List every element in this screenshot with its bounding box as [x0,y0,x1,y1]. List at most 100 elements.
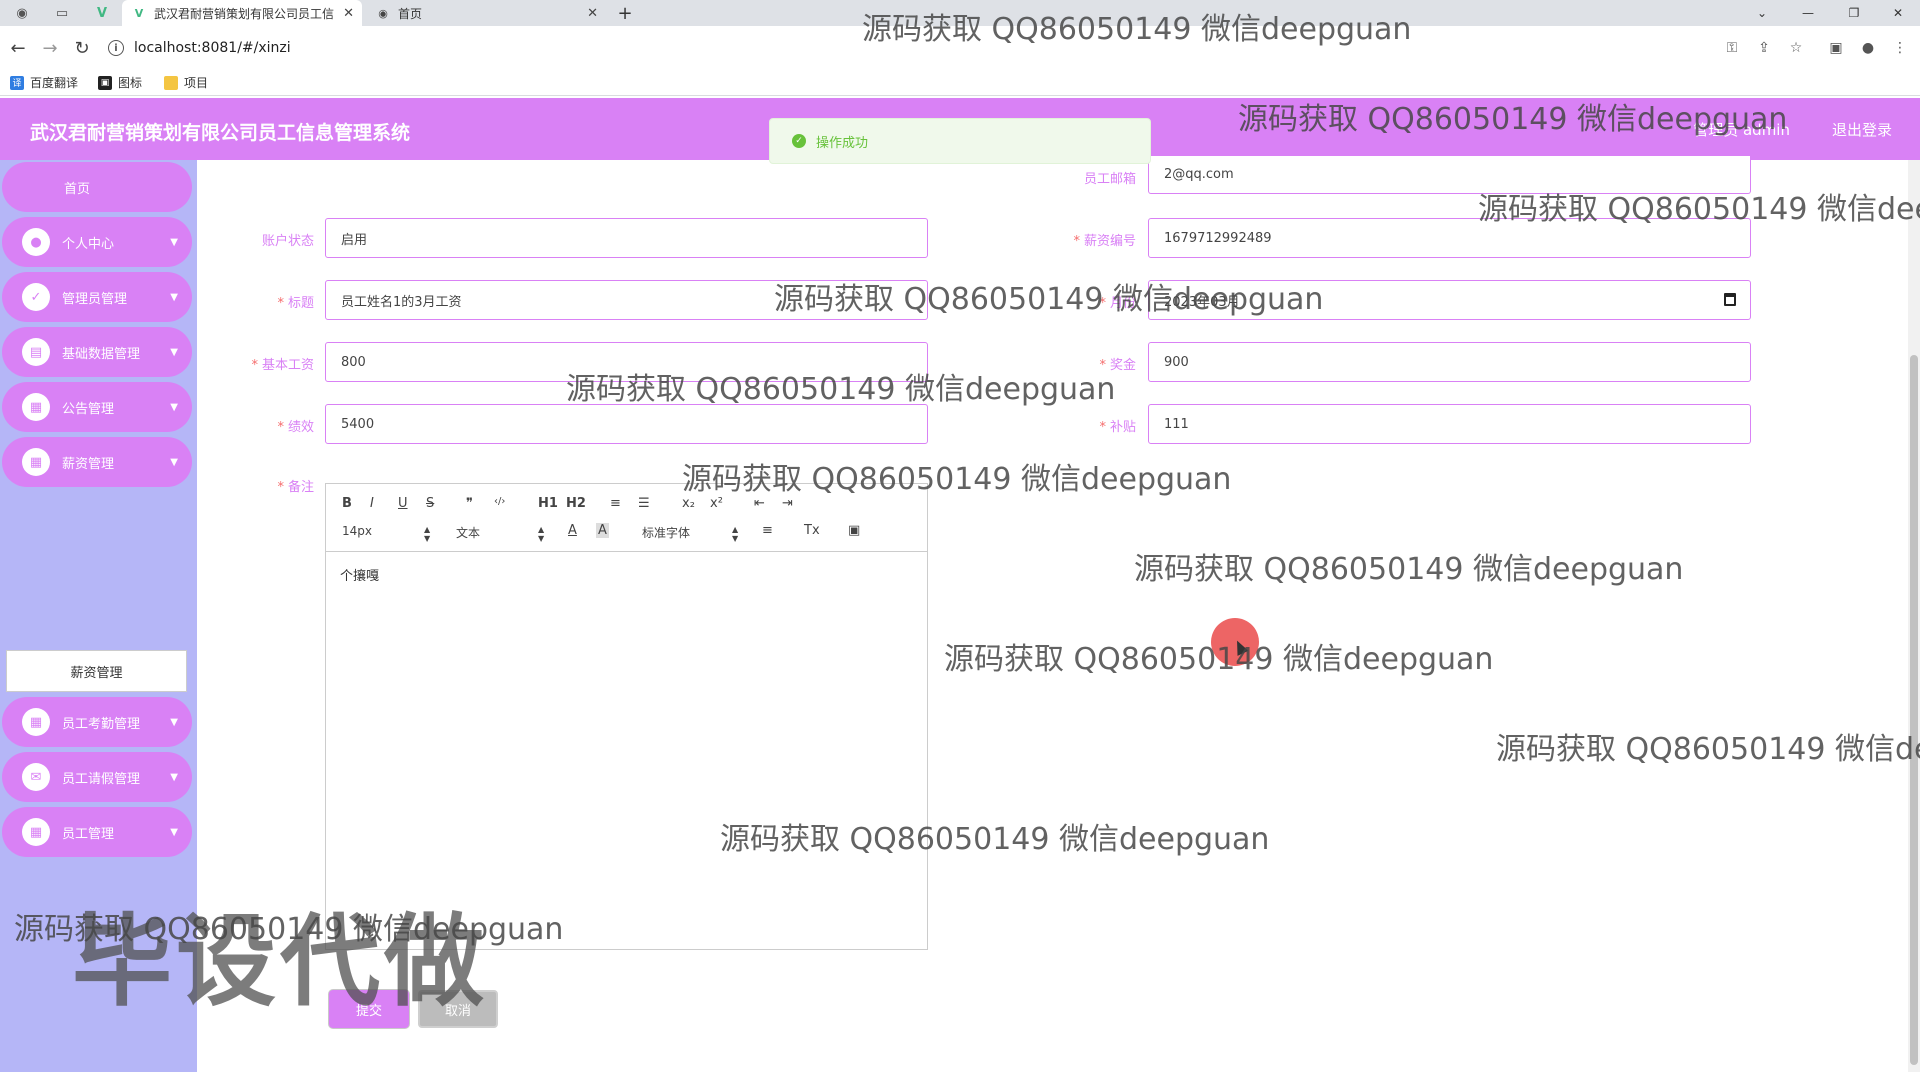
indent-button[interactable]: ⇥ [782,496,793,511]
forward-button[interactable]: → [38,36,62,60]
superscript-button[interactable]: x² [710,496,723,511]
sidebar-subitem-salary[interactable]: 薪资管理 [6,650,187,692]
required-mark: * [251,358,258,373]
image-icon: ▣ [98,75,112,90]
pinned-tab-2[interactable]: ▭ [46,0,78,26]
sidepanel-icon[interactable]: ▣ [1826,38,1846,58]
notice-icon: ▦ [22,393,50,421]
toast-message: 操作成功 [816,135,869,151]
strike-button[interactable]: S [426,496,434,511]
calendar-icon[interactable] [1724,293,1736,306]
bookmarks-bar: 译 百度翻译 ▣ 图标 项目 [0,70,1920,96]
chevron-down-icon: ▼ [170,291,178,303]
pinned-tab-3[interactable]: V [86,0,118,26]
key-icon[interactable]: ⚿ [1722,38,1742,58]
remark-label: * 备注 [194,476,314,495]
bookmark-item[interactable]: 译 百度翻译 [10,74,78,91]
font-value: 标准字体 [642,526,691,540]
reload-button[interactable]: ↻ [70,36,94,60]
header-value: 文本 [456,526,481,540]
chevron-down-icon: ▼ [170,771,178,783]
performance-field[interactable]: 5400 [325,404,928,444]
outdent-button[interactable]: ⇤ [754,496,765,511]
share-icon[interactable]: ⇪ [1754,38,1774,58]
font-color-button[interactable]: A [568,523,577,538]
h2-button[interactable]: H2 [566,496,586,511]
allowance-field[interactable]: 111 [1148,404,1751,444]
size-select[interactable]: 14px ▲ ▼ [342,524,432,543]
blank-page-icon: ▭ [55,5,69,21]
watermark-text: 源码获取 QQ86050149 微信deepguan [566,372,1116,407]
minimize-button[interactable]: — [1786,0,1830,26]
watermark-text: 源码获取 QQ86050149 微信deepguan [720,822,1270,857]
restore-button[interactable]: ❐ [1832,0,1876,26]
sidebar-item-home[interactable]: 首页 [2,162,192,212]
sidebar-item-label: 公告管理 [62,401,115,417]
bookmark-label: 图标 [118,76,143,90]
sidebar-item-label: 首页 [63,181,90,197]
code-button[interactable]: ‹/› [494,496,505,507]
bookmark-item[interactable]: ▣ 图标 [98,74,142,91]
label-text: 备注 [287,480,314,495]
back-button[interactable]: ← [6,36,30,60]
align-button[interactable]: ≡ [762,523,773,538]
sidebar-item-label: 员工请假管理 [62,771,141,787]
watermark-text: 源码获取 QQ86050149 微信deepguan [14,912,564,947]
italic-button[interactable]: I [370,496,374,511]
underline-button[interactable]: U [398,496,408,511]
sidebar-item-admin[interactable]: ✓ 管理员管理 ▼ [2,272,192,322]
font-select[interactable]: 标准字体 ▲ ▼ [642,524,742,543]
star-icon[interactable]: ☆ [1786,38,1806,58]
scrollbar-thumb[interactable] [1910,355,1918,1065]
bullet-list-button[interactable]: ☰ [638,496,650,511]
required-mark: * [1099,420,1106,435]
sidebar-item-salary[interactable]: ▦ 薪资管理 ▼ [2,437,192,487]
ordered-list-button[interactable]: ≡ [610,496,621,511]
status-field[interactable]: 启用 [325,218,928,258]
image-button[interactable]: ▣ [848,523,860,538]
sidebar-item-attendance[interactable]: ▦ 员工考勤管理 ▼ [2,697,192,747]
success-toast: ✓ 操作成功 [769,118,1151,164]
sidebar-item-profile[interactable]: ● 个人中心 ▼ [2,217,192,267]
url-text: localhost:8081/#/xinzi [134,40,291,56]
bookmark-item[interactable]: 项目 [164,74,208,91]
bonus-field[interactable]: 900 [1148,342,1751,382]
logout-link[interactable]: 退出登录 [1832,119,1892,140]
employee-icon: ▦ [22,818,50,846]
pinned-tab-1[interactable]: ◉ [6,0,38,26]
chevron-down-icon: ▼ [170,716,178,728]
background-color-button[interactable]: A [596,523,609,538]
editor-content[interactable]: 个攘嘎 [326,552,927,597]
close-window-button[interactable]: ✕ [1876,0,1920,26]
sidebar-item-label: 薪资管理 [62,456,115,472]
label-text: 账户状态 [261,234,314,249]
admin-icon: ✓ [22,283,50,311]
sidebar-item-basic-data[interactable]: ▤ 基础数据管理 ▼ [2,327,192,377]
menu-icon[interactable]: ⋮ [1890,38,1910,58]
tab-home[interactable]: ◉ 首页 ✕ [366,0,606,26]
blockquote-button[interactable]: ❞ [466,496,473,511]
watermark-text: 源码获取 QQ86050149 微信deepguan [862,12,1412,47]
page-scrollbar[interactable] [1908,160,1920,1072]
profile-icon[interactable]: ● [1858,38,1878,58]
close-icon[interactable]: ✕ [343,6,354,21]
clean-format-button[interactable]: Tx [804,523,820,538]
h1-button[interactable]: H1 [538,496,558,511]
sidebar-item-notice[interactable]: ▦ 公告管理 ▼ [2,382,192,432]
close-icon[interactable]: ✕ [587,6,598,21]
header-select[interactable]: 文本 ▲ ▼ [456,524,546,543]
required-mark: * [1073,234,1080,249]
info-icon[interactable]: i [108,40,124,56]
sidebar-item-label: 基础数据管理 [62,346,141,362]
sidebar-item-leave[interactable]: ✉ 员工请假管理 ▼ [2,752,192,802]
new-tab-button[interactable]: + [612,0,638,26]
subscript-button[interactable]: x₂ [682,496,695,511]
bold-button[interactable]: B [342,496,352,511]
watermark-text: 源码获取 QQ86050149 微信deepguan [1238,102,1788,137]
label-text: 标题 [287,296,314,311]
performance-label: * 绩效 [194,416,314,435]
sidebar-item-employee[interactable]: ▦ 员工管理 ▼ [2,807,192,857]
user-icon: ● [22,228,50,256]
tab-active[interactable]: V 武汉君耐营销策划有限公司员工信 ✕ [122,0,362,26]
tab-search-icon[interactable]: ⌄ [1740,0,1784,26]
